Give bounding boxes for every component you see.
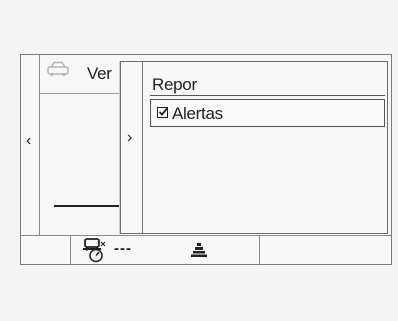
menu-back-button[interactable]: › <box>121 62 143 233</box>
menu-title-divider <box>150 95 385 96</box>
chevron-right-icon: › <box>127 129 133 146</box>
chevron-left-icon: ‹ <box>26 132 32 149</box>
status-cell-left <box>21 236 71 265</box>
speed-limiter-icon <box>83 238 106 263</box>
menu-item-label: Alertas <box>172 104 223 123</box>
lane-assist-icon <box>191 243 207 257</box>
info-display: ‹ Ver › Repor Alertas --- <box>20 54 392 265</box>
background-title: Ver <box>87 64 112 83</box>
status-cell-right <box>260 236 391 265</box>
status-bar: --- <box>21 235 391 265</box>
checkbox-checked-icon[interactable] <box>157 107 168 118</box>
reset-menu-panel: › Repor Alertas <box>120 61 388 234</box>
background-screen: ‹ Ver › Repor Alertas <box>21 55 391 235</box>
menu-title: Repor <box>152 75 197 94</box>
speed-value: --- <box>114 240 132 257</box>
scroll-left-button[interactable]: ‹ <box>21 55 40 235</box>
car-icon <box>47 61 69 77</box>
menu-item-alertas[interactable]: Alertas <box>150 99 385 127</box>
status-cell-center: --- <box>71 236 260 265</box>
background-indicator-line <box>54 205 122 207</box>
